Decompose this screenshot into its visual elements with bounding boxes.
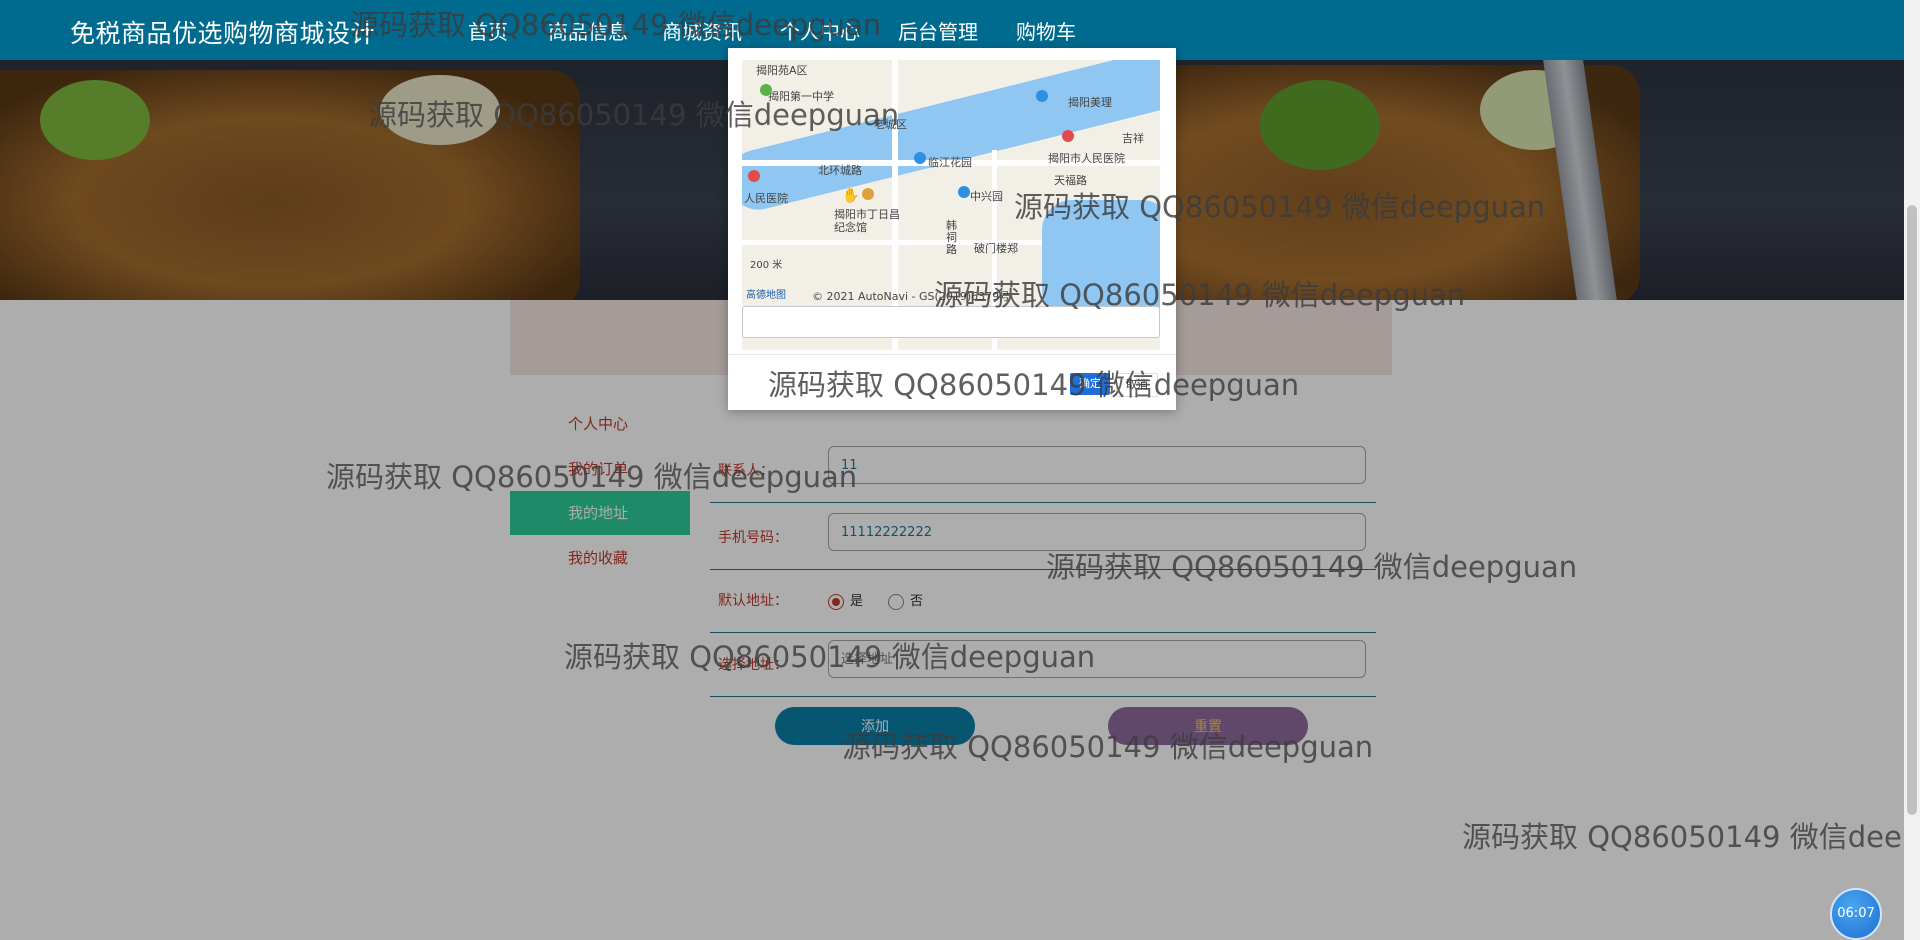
map-place-label: 揭阳第一中学 <box>768 90 834 103</box>
map-place-label: 老城区 <box>874 118 907 131</box>
map-place-label: 揭阳苑A区 <box>756 64 808 77</box>
floating-clock-badge[interactable]: 06:07 <box>1830 888 1882 940</box>
map-scale-label: 200 米 <box>750 260 783 271</box>
map-place-label: 北环城路 <box>818 164 862 177</box>
map-river <box>1042 200 1160 320</box>
poi-pin-icon <box>862 188 874 200</box>
map-place-label: 揭阳市人民医院 <box>1048 152 1125 165</box>
map-place-label: 揭阳美理 <box>1068 96 1112 109</box>
map-place-label: 天福路 <box>1054 174 1087 187</box>
map-place-label: 韩祠路 <box>946 219 957 256</box>
scrollbar-thumb[interactable] <box>1907 205 1917 815</box>
map-place-label: 破门楼郑 <box>974 242 1018 255</box>
hospital-pin-icon <box>748 170 760 182</box>
poi-pin-icon <box>914 152 926 164</box>
poi-pin-icon <box>958 186 970 198</box>
ok-button[interactable]: 确定 <box>1070 373 1110 395</box>
poi-pin-icon <box>760 84 772 96</box>
nav-admin[interactable]: 后台管理 <box>898 16 978 45</box>
hospital-pin-icon <box>1062 130 1074 142</box>
map-picker-dialog: 揭阳苑A区 揭阳第一中学 老城区 揭阳市人民医院 揭阳美理 吉祥 天福路 临江花… <box>728 48 1176 410</box>
nav-cart[interactable]: 购物车 <box>1016 16 1076 45</box>
map-place-label: 揭阳市丁日昌纪念馆 <box>834 208 900 234</box>
map-river <box>742 60 1160 216</box>
hand-cursor-icon: ✋ <box>842 188 860 204</box>
nav-news[interactable]: 商城资讯 <box>662 16 742 45</box>
map-place-label: 临江花园 <box>928 156 972 169</box>
map-logo: 高德地图 <box>746 290 786 301</box>
page-scrollbar[interactable] <box>1904 0 1920 940</box>
site-title: 免税商品优选购物商城设计 <box>70 19 377 48</box>
map-place-label: 吉祥 <box>1122 132 1144 145</box>
dialog-footer: 确定 取消 <box>728 354 1176 411</box>
map-search-input[interactable] <box>742 306 1160 338</box>
nav-products[interactable]: 商品信息 <box>548 16 628 45</box>
map-place-label: 人民医院 <box>744 192 788 205</box>
nav-home[interactable]: 首页 <box>468 16 508 45</box>
map-attribution: © 2021 AutoNavi - GS(2019)6379号 <box>812 290 1011 303</box>
map-place-label: 中兴园 <box>970 190 1003 203</box>
poi-pin-icon <box>1036 90 1048 102</box>
cancel-button[interactable]: 取消 <box>1116 373 1158 397</box>
